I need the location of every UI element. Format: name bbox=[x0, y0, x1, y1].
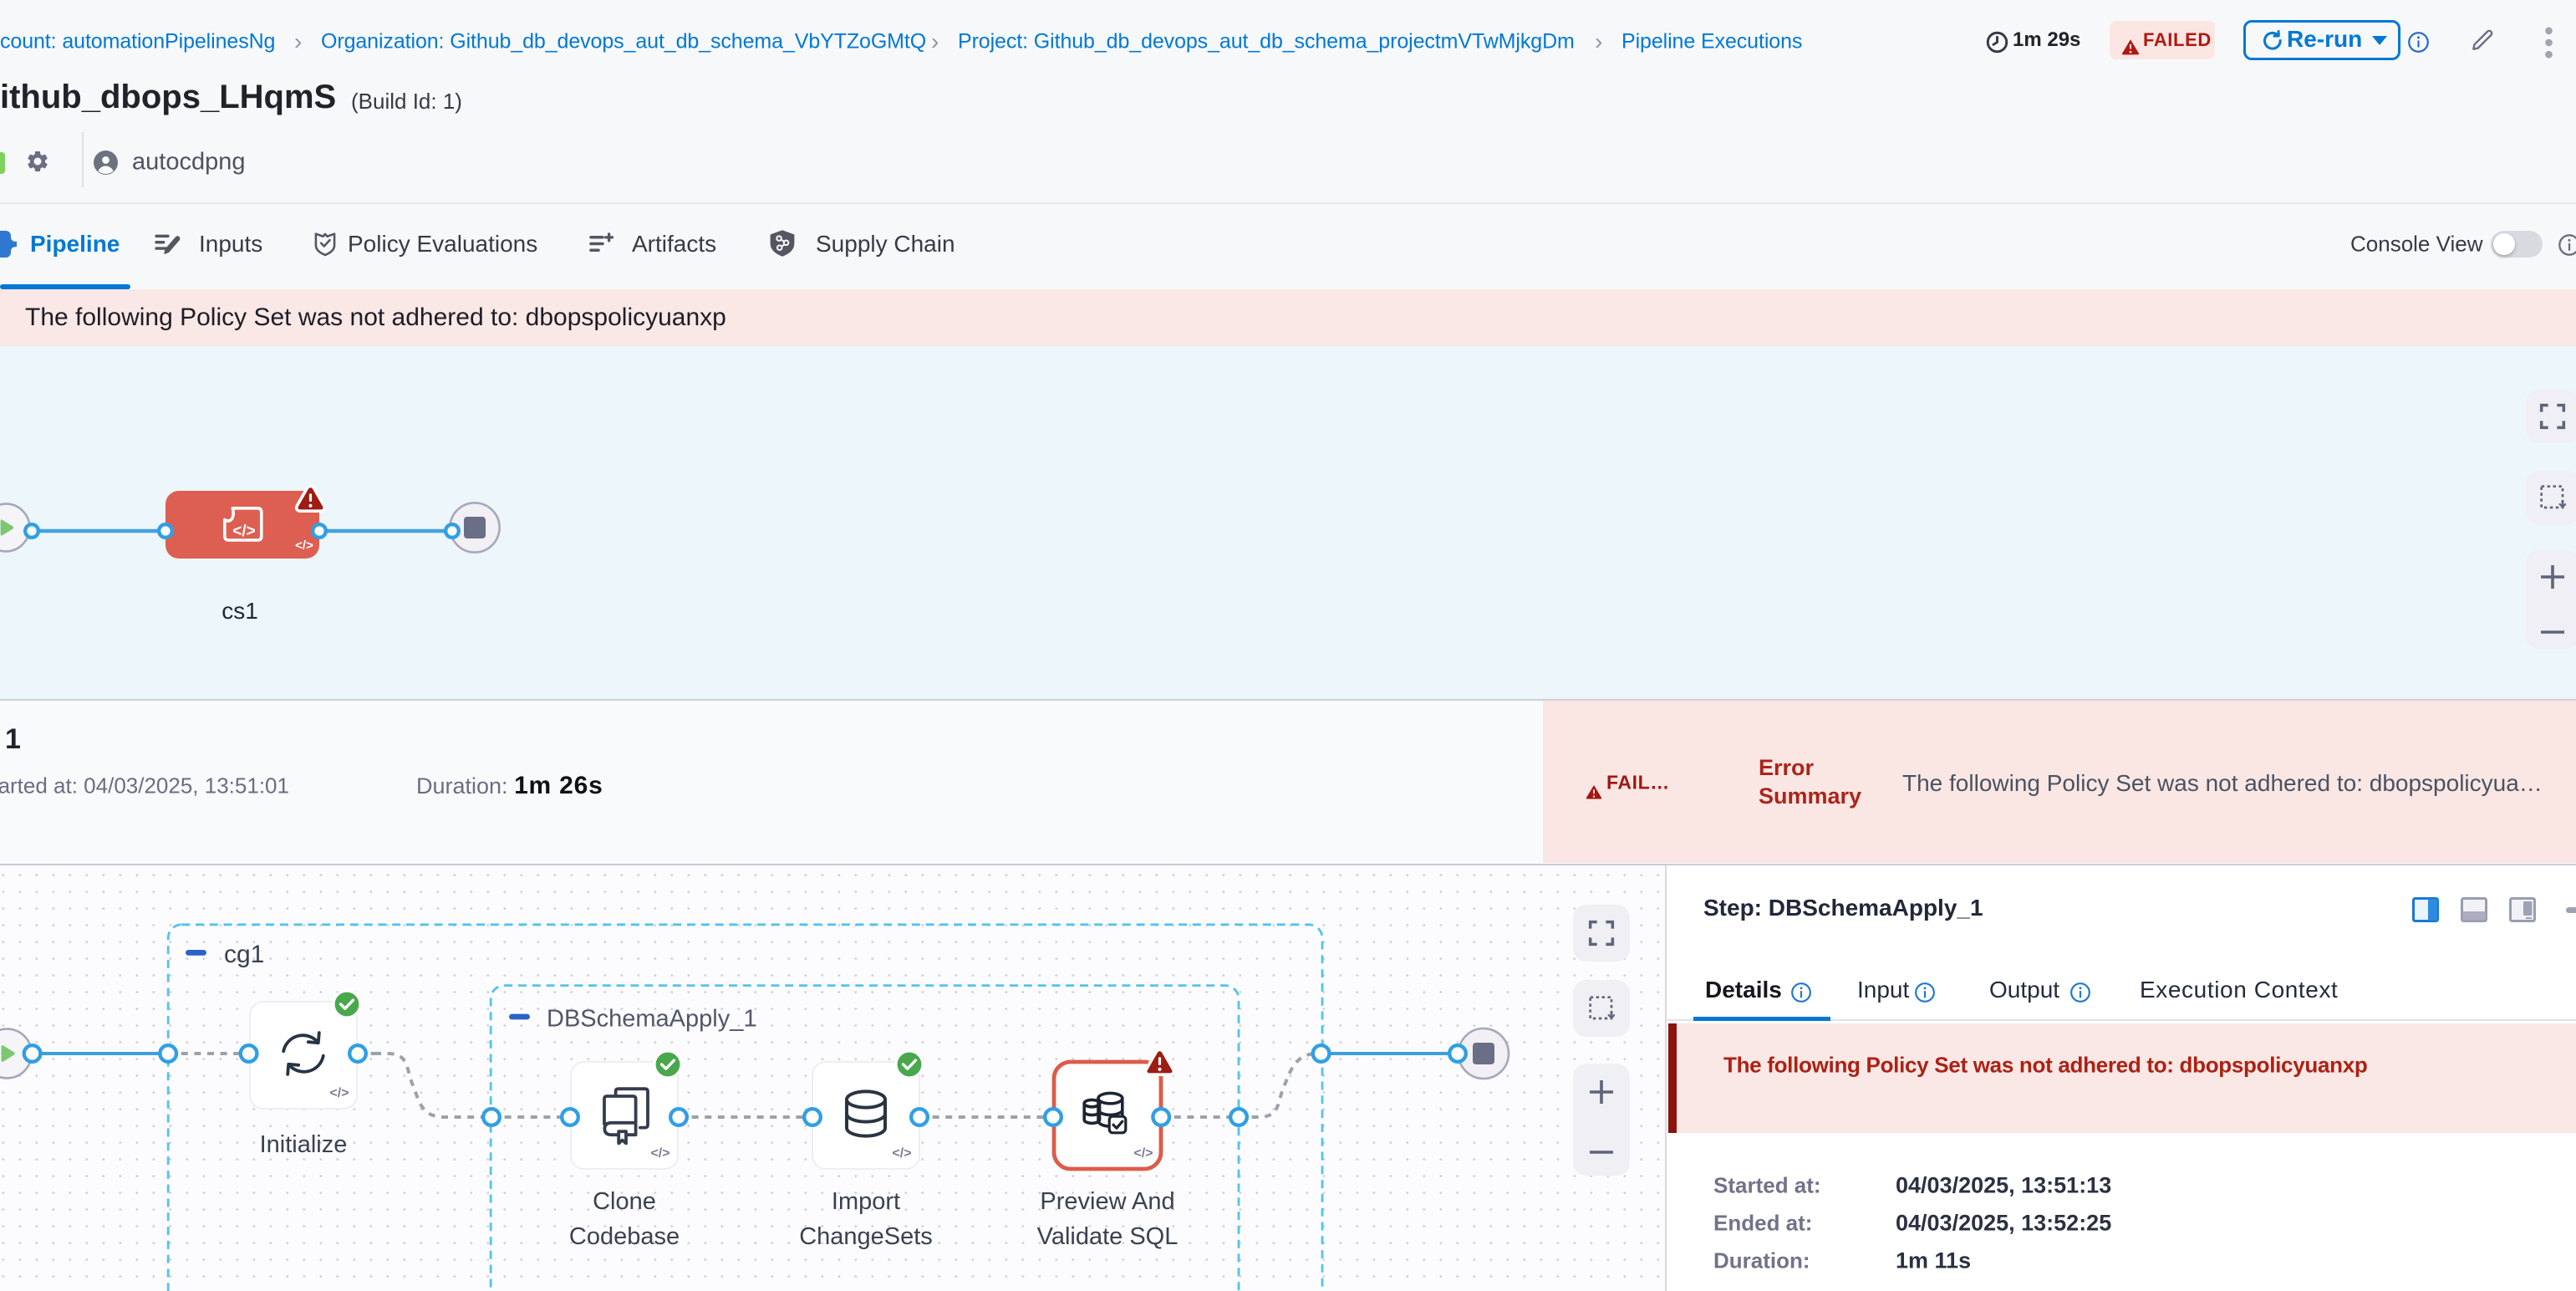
svg-text:cg1: cg1 bbox=[224, 941, 264, 968]
svg-text:Import: Import bbox=[832, 1188, 900, 1215]
svg-text:</>: </> bbox=[650, 1146, 669, 1161]
svg-text:</>: </> bbox=[329, 1086, 349, 1100]
svg-text:</>: </> bbox=[1133, 1146, 1153, 1161]
svg-text:Preview And: Preview And bbox=[1040, 1188, 1174, 1215]
svg-text:</>: </> bbox=[295, 538, 313, 553]
svg-text:Initialize: Initialize bbox=[260, 1131, 348, 1158]
svg-text:cs1: cs1 bbox=[221, 598, 258, 624]
svg-text:Codebase: Codebase bbox=[569, 1223, 680, 1250]
svg-text:ChangeSets: ChangeSets bbox=[799, 1223, 933, 1250]
svg-text:Validate SQL: Validate SQL bbox=[1037, 1223, 1179, 1250]
svg-text:DBSchemaApply_1: DBSchemaApply_1 bbox=[547, 1006, 756, 1033]
svg-text:Clone: Clone bbox=[593, 1188, 656, 1215]
svg-text:</>: </> bbox=[892, 1146, 911, 1161]
svg-text:</>: </> bbox=[232, 523, 255, 540]
